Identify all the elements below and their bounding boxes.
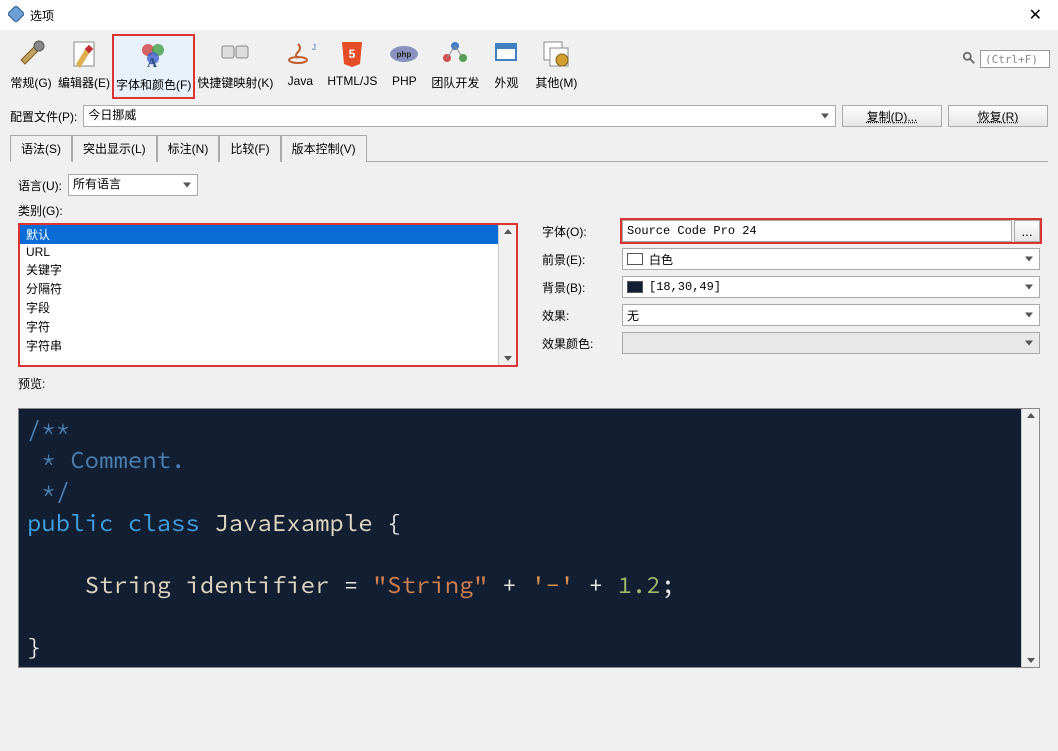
- list-item[interactable]: 默认: [20, 225, 498, 244]
- fonts-colors-button[interactable]: A 字体和颜色(F): [112, 34, 195, 99]
- svg-text:Java: Java: [312, 43, 316, 52]
- list-item[interactable]: 字段: [20, 298, 498, 317]
- list-item[interactable]: 字符: [20, 317, 498, 336]
- window-title: 选项: [30, 7, 54, 24]
- tabs: 语法(S) 突出显示(L) 标注(N) 比较(F) 版本控制(V): [10, 135, 1048, 162]
- foreground-swatch: [627, 253, 643, 265]
- list-item[interactable]: URL: [20, 244, 498, 260]
- preview-label: 预览:: [18, 375, 518, 392]
- scrollbar[interactable]: [1021, 409, 1039, 667]
- titlebar: 选项 ✕: [0, 0, 1058, 30]
- font-label: 字体(O):: [542, 223, 622, 240]
- app-icon: [8, 6, 24, 25]
- close-icon[interactable]: ✕: [1021, 1, 1050, 29]
- search-icon[interactable]: [962, 51, 976, 68]
- preview-box: /** * Comment. */ public class JavaExamp…: [18, 408, 1040, 668]
- tab-highlight[interactable]: 突出显示(L): [72, 135, 157, 162]
- code-preview: /** * Comment. */ public class JavaExamp…: [19, 409, 1021, 667]
- category-label: 类别(G):: [18, 202, 518, 219]
- tab-compare[interactable]: 比较(F): [219, 135, 280, 162]
- effect-select[interactable]: 无: [622, 304, 1040, 326]
- java-button[interactable]: Java Java: [275, 34, 325, 92]
- font-field[interactable]: Source Code Pro 24: [622, 220, 1012, 242]
- profile-label: 配置文件(P):: [10, 108, 77, 125]
- svg-text:A: A: [147, 56, 158, 71]
- effect-label: 效果:: [542, 307, 622, 324]
- editor-button[interactable]: 编辑器(E): [56, 34, 112, 95]
- profile-select[interactable]: 今日挪威: [83, 105, 836, 127]
- tab-syntax[interactable]: 语法(S): [10, 135, 72, 162]
- foreground-label: 前景(E):: [542, 251, 622, 268]
- font-ellipsis-button[interactable]: ...: [1014, 220, 1040, 242]
- language-select[interactable]: 所有语言: [68, 174, 198, 196]
- svg-text:5: 5: [349, 47, 356, 61]
- effect-color-label: 效果颜色:: [542, 335, 622, 352]
- scrollbar[interactable]: [498, 225, 516, 365]
- list-item[interactable]: 关键字: [20, 260, 498, 279]
- copy-button[interactable]: 复制(D)...: [842, 105, 942, 127]
- language-label: 语言(U):: [18, 177, 62, 194]
- other-button[interactable]: 其他(M): [531, 34, 581, 95]
- list-item[interactable]: 字符串: [20, 336, 498, 355]
- appearance-button[interactable]: 外观: [481, 34, 531, 95]
- tab-annotate[interactable]: 标注(N): [157, 135, 220, 162]
- list-item[interactable]: 分隔符: [20, 279, 498, 298]
- svg-text:php: php: [397, 50, 412, 59]
- search-input[interactable]: [980, 50, 1050, 68]
- toolbar: 常规(G) 编辑器(E) A 字体和颜色(F) 快捷键映射(K) Java Ja…: [0, 30, 1058, 101]
- general-button[interactable]: 常规(G): [6, 34, 56, 95]
- tab-version[interactable]: 版本控制(V): [281, 135, 367, 162]
- background-select[interactable]: [18,30,49]: [622, 276, 1040, 298]
- background-label: 背景(B):: [542, 279, 622, 296]
- htmljs-button[interactable]: 5 HTML/JS: [325, 34, 379, 92]
- background-swatch: [627, 281, 643, 293]
- php-button[interactable]: php PHP: [379, 34, 429, 92]
- foreground-select[interactable]: 白色: [622, 248, 1040, 270]
- effect-color-select[interactable]: [622, 332, 1040, 354]
- category-listbox[interactable]: 默认 URL 关键字 分隔符 字段 字符 字符串: [18, 223, 518, 367]
- team-button[interactable]: 团队开发: [429, 34, 481, 95]
- restore-button[interactable]: 恢复(R): [948, 105, 1048, 127]
- keymap-button[interactable]: 快捷键映射(K): [195, 34, 275, 95]
